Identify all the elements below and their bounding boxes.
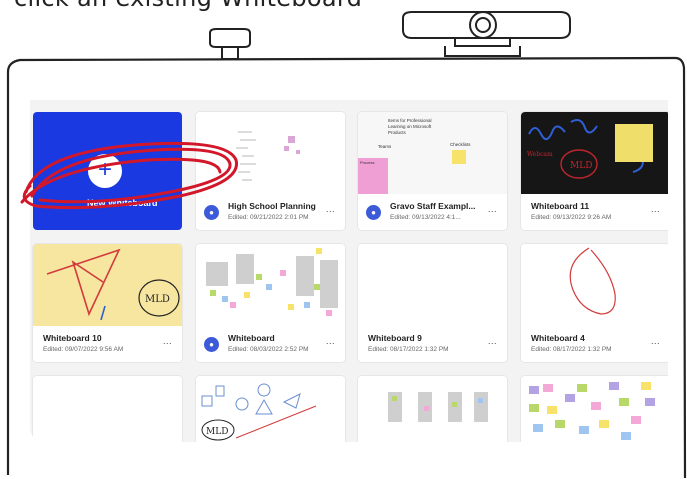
annotation-circle	[20, 141, 238, 210]
